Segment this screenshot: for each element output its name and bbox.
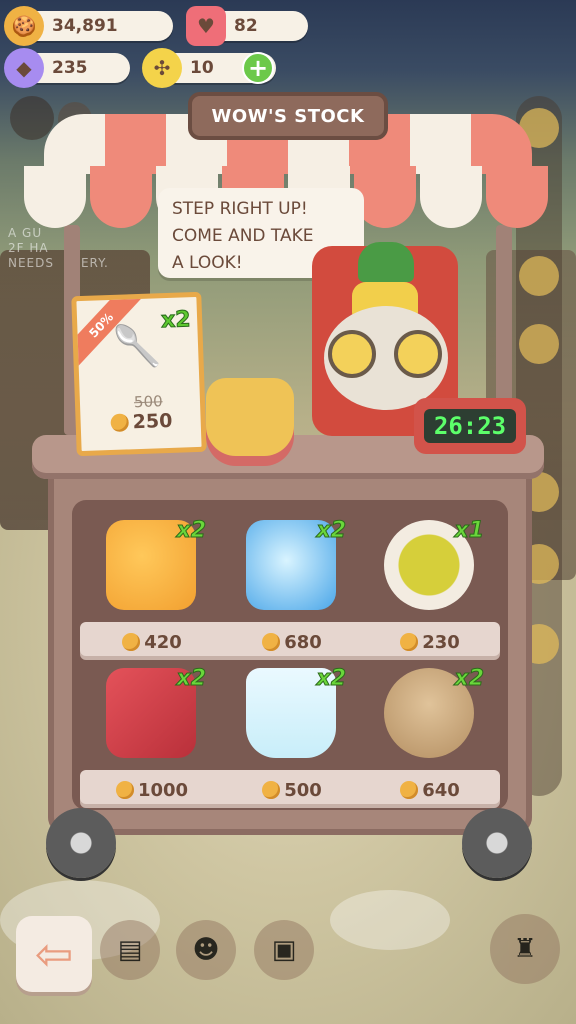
- restock-timer: 26:23: [414, 398, 526, 454]
- shop-item[interactable]: x2 500: [228, 664, 348, 804]
- shop-item[interactable]: x2 1000: [88, 664, 208, 804]
- shop-item[interactable]: x2 640: [366, 664, 486, 804]
- coins-counter: 🍪 34,891: [4, 6, 173, 46]
- character-button[interactable]: ☻: [176, 920, 236, 980]
- sale-new-price: 250: [110, 409, 173, 434]
- item-price-value: 680: [284, 631, 322, 653]
- sale-quantity: x2: [160, 307, 192, 334]
- item-quantity: x2: [176, 518, 206, 544]
- crown-icon[interactable]: [519, 256, 559, 296]
- item-quantity: x2: [176, 666, 206, 692]
- item-price-value: 640: [422, 779, 460, 801]
- stall-title: WOW'S STOCK: [211, 105, 365, 127]
- item-price: 230: [382, 628, 478, 656]
- pinwheel-icon: ✣: [142, 48, 182, 88]
- add-pinwheels-button[interactable]: +: [242, 52, 274, 84]
- background-cloud: [330, 890, 450, 950]
- awning-scallop: [420, 166, 482, 228]
- speech-line: COME AND TAKE: [172, 226, 314, 246]
- item-price-value: 1000: [137, 779, 189, 801]
- stall-title-sign: WOW'S STOCK: [188, 92, 388, 140]
- wheel-left: [46, 808, 116, 878]
- coin-icon: [122, 633, 141, 651]
- hearts-value: 82: [234, 16, 258, 36]
- piggy-bank-icon: [206, 378, 294, 456]
- bag-icon: ▣: [271, 935, 297, 965]
- back-button[interactable]: ⇦: [16, 916, 92, 992]
- item-quantity: x2: [316, 666, 346, 692]
- item-price-value: 420: [144, 631, 182, 653]
- wheel-right: [462, 808, 532, 878]
- sale-new-price-value: 250: [132, 409, 173, 434]
- shopkeeper-hat: [358, 242, 414, 282]
- arrow-left-icon: ⇦: [34, 927, 74, 981]
- awning-scallop: [24, 166, 86, 228]
- kingdom-button[interactable]: ♜: [490, 914, 560, 984]
- item-price: 500: [244, 776, 340, 804]
- coin-icon: [400, 781, 419, 799]
- quest-note-line: NEEDS: [8, 256, 54, 270]
- coin-icon: [262, 781, 281, 799]
- item-price: 680: [244, 628, 340, 656]
- sale-old-price: 500: [133, 392, 163, 412]
- item-quantity: x2: [454, 666, 484, 692]
- recipe-book-button[interactable]: ▤: [100, 920, 160, 980]
- awning-scallop: [486, 166, 548, 228]
- bag-icon[interactable]: [519, 324, 559, 364]
- jelly-icon: ♥: [186, 6, 226, 46]
- crystals-value: 235: [52, 58, 88, 78]
- shop-item[interactable]: x2 680: [228, 516, 348, 656]
- item-quantity: x2: [316, 518, 346, 544]
- cookie-face-icon: ☻: [192, 935, 220, 965]
- timer-display: 26:23: [424, 409, 516, 443]
- coin-icon: [262, 633, 281, 651]
- pinwheels-counter: ✣ 10 +: [142, 48, 276, 88]
- sale-offer-card[interactable]: 50% 🥄 x2 500 250: [71, 291, 207, 457]
- shop-button[interactable]: ▣: [254, 920, 314, 980]
- shop-item[interactable]: x1 230: [366, 516, 486, 656]
- crystal-icon: ◆: [4, 48, 44, 88]
- item-price: 1000: [104, 776, 200, 804]
- coin-icon: [110, 413, 129, 433]
- item-price: 420: [104, 628, 200, 656]
- coins-value: 34,891: [52, 16, 118, 36]
- item-quantity: x1: [454, 518, 484, 544]
- item-price-value: 500: [284, 779, 322, 801]
- book-icon: ▤: [117, 935, 143, 965]
- shop-item[interactable]: x2 420: [88, 516, 208, 656]
- coin-icon: 🍪: [4, 6, 44, 46]
- awning-scallop: [90, 166, 152, 228]
- coin-icon: [400, 633, 419, 651]
- spoon-fork-icon: 🥄: [111, 323, 163, 371]
- item-price: 640: [382, 776, 478, 804]
- shopkeeper-eye: [328, 330, 376, 378]
- hearts-counter: ♥ 82: [186, 6, 308, 46]
- pinwheels-value: 10: [190, 58, 214, 78]
- castle-icon: ♜: [513, 934, 537, 964]
- coin-icon: [115, 781, 134, 799]
- shopkeeper-eye: [394, 330, 442, 378]
- crystals-counter: ◆ 235: [4, 48, 130, 88]
- speech-line: STEP RIGHT UP!: [172, 199, 308, 219]
- item-price-value: 230: [422, 631, 460, 653]
